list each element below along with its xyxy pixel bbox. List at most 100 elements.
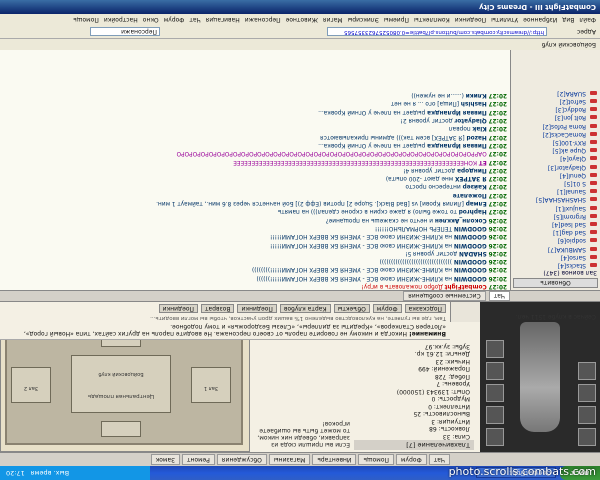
map-building-top[interactable] (101, 421, 141, 437)
equip-slot[interactable] (486, 428, 504, 446)
online-user[interactable]: SHASHASHAA[5] (511, 195, 600, 203)
online-user[interactable]: S 01[5] (511, 179, 600, 187)
online-user[interactable]: SUARA[2] (511, 89, 600, 97)
nav-button[interactable]: Объекты (333, 304, 370, 313)
online-user[interactable]: Stacks[4] (511, 261, 600, 269)
chat-log[interactable]: 20:27 CombatFight Добро пожаловать в игр… (0, 50, 510, 290)
online-user[interactable]: Rrgroml[5] (511, 212, 600, 220)
menu-item[interactable]: Персонажи (245, 17, 281, 24)
online-user[interactable]: Roma Pofos[2] (511, 121, 600, 130)
menu-item[interactable]: Эликсиры (348, 17, 379, 24)
online-user[interactable]: Sad lsed[4] (511, 220, 600, 228)
equip-slot[interactable] (578, 406, 596, 424)
online-user[interactable]: Saujuxl[1] (511, 203, 600, 212)
chat-author[interactable]: Пиввая Ирландка (427, 142, 487, 148)
menu-item[interactable]: Поединки (455, 17, 486, 24)
chat-author[interactable]: GOODWIN (454, 258, 487, 264)
menu-item[interactable]: Вид (562, 17, 574, 24)
bottom-tab[interactable]: Помощь (358, 454, 394, 465)
menu-item[interactable]: Утилиты (491, 17, 518, 24)
menu-item[interactable]: Избранное (523, 17, 557, 24)
chat-author[interactable]: GOODWIN (454, 242, 487, 248)
address-input[interactable]: http://dreamscity.combats.com/buttons.pl… (326, 27, 547, 37)
chat-author[interactable]: Hazod (466, 134, 486, 140)
nav-button[interactable]: Возврат (201, 304, 235, 313)
menu-item[interactable]: Приемы (384, 17, 409, 24)
bottom-tab[interactable]: Замок (150, 454, 180, 465)
chat-author[interactable]: ЕТ (479, 159, 487, 165)
menu-item[interactable]: Магия (323, 17, 343, 24)
chat-author[interactable]: Клики (466, 92, 487, 98)
tab-system[interactable]: Системные сообщения (403, 291, 486, 301)
menu-item[interactable]: Форум (164, 17, 185, 24)
chat-author[interactable]: Qladyator (454, 117, 486, 123)
online-user[interactable]: Rolt Jon[3] (511, 113, 600, 121)
online-user[interactable]: Sad dag[1] (511, 228, 600, 236)
online-user[interactable]: RXY-100[5] (511, 138, 600, 146)
search-field[interactable]: Персонажи (90, 27, 160, 37)
online-user[interactable]: Saunal[1] (511, 187, 600, 195)
chat-author[interactable]: Haphrod (459, 208, 487, 214)
chat-message: 20:27 ОАРРОРОРОРОРОРОРОРОРОРОРОРОРОРОРОР… (0, 149, 510, 157)
menu-item[interactable]: Файл (579, 17, 596, 24)
online-user[interactable]: sodpio[6] (511, 236, 600, 244)
online-user[interactable]: Sarso[4] (511, 253, 600, 261)
chat-author[interactable]: GOODWIN (454, 225, 487, 231)
chat-author[interactable]: Пиндора (457, 167, 487, 173)
nav-button[interactable]: Поединки (237, 304, 277, 313)
equip-slot[interactable] (578, 428, 596, 446)
menu-item[interactable]: Животное (286, 17, 318, 24)
online-user[interactable]: Sefrot[2] (511, 97, 600, 105)
online-user[interactable]: Qupe ak[5] (511, 146, 600, 154)
equip-slot[interactable] (578, 384, 596, 402)
nav-button[interactable]: Подсказка (404, 304, 446, 313)
bottom-tab[interactable]: Инвентарь (312, 454, 357, 465)
chat-author[interactable]: SHADAN (459, 250, 487, 256)
nav-button[interactable]: Поединки (158, 304, 198, 313)
equip-slot[interactable] (486, 406, 504, 424)
equip-slot[interactable] (486, 340, 504, 358)
online-user[interactable]: Qladyator[3] (511, 162, 600, 171)
bottom-tab[interactable]: Чат (428, 454, 450, 465)
online-user[interactable]: SAMBUKA[7] (511, 244, 600, 253)
refresh-button[interactable]: Обновить (513, 278, 598, 288)
bottom-tab[interactable]: Магазины (268, 454, 311, 465)
map-area[interactable]: Центральная площадь Зал 1 Бойцовский клу… (5, 327, 243, 445)
online-user[interactable]: Qenul[4] (511, 171, 600, 179)
chat-author[interactable]: Я ЗАТРЕХ (455, 175, 487, 181)
chat-author[interactable]: Кайзер (463, 183, 487, 189)
chat-author[interactable]: Klak (472, 125, 486, 131)
online-user[interactable]: Qlayo[4] (511, 154, 600, 162)
bottom-tab[interactable]: Ремонт (181, 454, 215, 465)
menu-item[interactable]: Настройки (104, 17, 138, 24)
bottom-tab[interactable]: Обсуждения (216, 454, 267, 465)
bottom-tab[interactable]: Форум (395, 454, 427, 465)
equip-slot[interactable] (578, 362, 596, 380)
equip-slot[interactable] (486, 362, 504, 380)
chat-author[interactable]: GOODWIN (454, 266, 487, 272)
chat-author[interactable]: Пиввая Ирландка (427, 109, 487, 115)
online-user[interactable]: RomaCacks[2] (511, 130, 600, 138)
char-name[interactable]: Тлахвичелание (418, 441, 470, 449)
nav-button[interactable]: Карта клубов (279, 304, 331, 313)
chat-text: порвал (448, 125, 471, 132)
menu-item[interactable]: Навигация (206, 17, 240, 24)
nav-button[interactable]: Форум (372, 304, 402, 313)
menu-item[interactable]: Комплекты (414, 17, 450, 24)
tray-text: Вых. время (30, 469, 70, 477)
menu-item[interactable]: Чат (189, 17, 200, 24)
equip-slot[interactable] (486, 384, 504, 402)
menu-item[interactable]: Помощь (73, 17, 99, 24)
online-user[interactable]: Roddyc[3] (511, 105, 600, 113)
chat-author[interactable]: Елмар (466, 200, 487, 206)
chat-author[interactable]: Пожелате (453, 192, 487, 198)
chat-author[interactable]: CombatFight (445, 283, 487, 289)
chat-author[interactable]: GOODWIN (454, 233, 487, 239)
chat-author[interactable]: Соколн_Акклен (435, 217, 487, 223)
map-building-main[interactable] (71, 355, 171, 413)
tab-chat[interactable]: Чат (488, 291, 510, 301)
menu-item[interactable]: Окно (143, 17, 159, 24)
chat-author[interactable]: Hashish (461, 100, 487, 106)
chat-author[interactable]: GOODWIN (454, 275, 487, 281)
tab-label[interactable]: Бойцовский клуб (542, 41, 596, 48)
